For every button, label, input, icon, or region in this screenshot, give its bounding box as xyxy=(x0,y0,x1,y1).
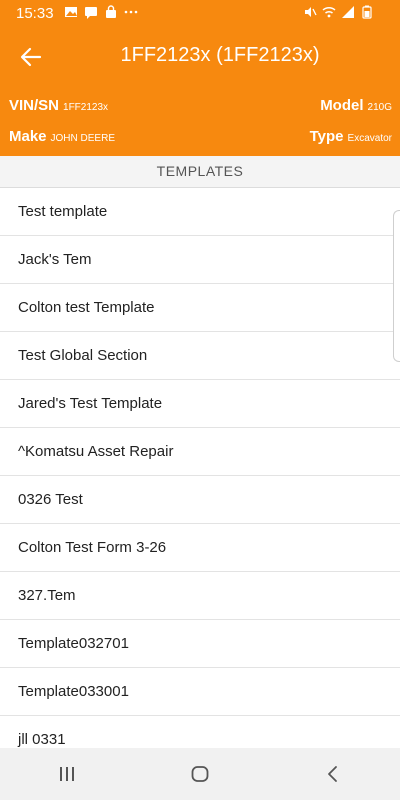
model-label: Model xyxy=(320,97,364,114)
page-title: 1FF2123x (1FF2123x) xyxy=(120,44,320,66)
more-dots-icon xyxy=(124,10,138,14)
template-label: Template033001 xyxy=(18,683,129,700)
asset-header: 15:33 1FF2123x (1FF2123x) VIN/SN 1FF2123x… xyxy=(0,0,400,156)
template-item[interactable]: Colton Test Form 3-26 xyxy=(0,524,400,572)
template-label: jll 0331 xyxy=(18,731,66,748)
template-label: 0326 Test xyxy=(18,491,83,508)
template-item[interactable]: 327.Tem xyxy=(0,572,400,620)
model-value: 210G xyxy=(367,102,392,113)
type-info: Type Excavator xyxy=(310,128,392,145)
template-label: Colton Test Form 3-26 xyxy=(18,539,167,556)
template-label: Test template xyxy=(18,203,108,220)
template-label: Test Global Section xyxy=(18,347,148,364)
templates-section-header: TEMPLATES xyxy=(0,156,400,188)
model-info: Model 210G xyxy=(320,97,392,114)
status-bar: 15:33 xyxy=(0,0,400,26)
status-right-icons xyxy=(303,5,374,19)
template-label: ^Komatsu Asset Repair xyxy=(18,443,174,460)
signal-icon xyxy=(342,6,354,18)
make-info: Make JOHN DEERE xyxy=(9,128,115,145)
status-time: 15:33 xyxy=(16,5,54,22)
template-item[interactable]: Test template xyxy=(0,188,400,236)
template-item[interactable]: Template032701 xyxy=(0,620,400,668)
template-label: 327.Tem xyxy=(18,587,76,604)
mute-icon xyxy=(305,7,317,17)
vin-label: VIN/SN xyxy=(9,97,60,114)
template-item[interactable]: Test Global Section xyxy=(0,332,400,380)
type-label: Type xyxy=(309,128,344,145)
template-label: Colton test Template xyxy=(18,299,155,316)
app-bar: 1FF2123x (1FF2123x) xyxy=(0,34,400,78)
template-item[interactable]: Colton test Template xyxy=(0,284,400,332)
back-arrow-icon[interactable] xyxy=(18,44,44,70)
type-value: Excavator xyxy=(347,133,392,144)
status-left-icons xyxy=(64,5,138,19)
template-item[interactable]: 0326 Test xyxy=(0,476,400,524)
recent-apps-button[interactable] xyxy=(47,754,87,794)
templates-list: Test template Jack's Tem Colton test Tem… xyxy=(0,188,400,748)
make-value: JOHN DEERE xyxy=(50,133,115,144)
image-icon xyxy=(65,7,77,17)
message-icon xyxy=(85,7,97,19)
vin-value: 1FF2123x xyxy=(63,102,109,113)
template-label: Jared's Test Template xyxy=(18,395,163,412)
template-item[interactable]: Jared's Test Template xyxy=(0,380,400,428)
template-item[interactable]: Template033001 xyxy=(0,668,400,716)
wifi-icon xyxy=(322,6,336,18)
system-back-button[interactable] xyxy=(313,754,353,794)
scroll-handle[interactable] xyxy=(393,210,400,362)
battery-icon xyxy=(362,5,372,19)
home-icon xyxy=(191,766,209,782)
shopping-bag-icon xyxy=(106,5,116,18)
chevron-left-icon xyxy=(328,766,338,782)
template-label: Template032701 xyxy=(18,635,129,652)
home-button[interactable] xyxy=(180,754,220,794)
recent-apps-icon xyxy=(59,767,74,781)
system-nav-bar xyxy=(0,748,400,800)
make-label: Make xyxy=(9,128,47,145)
vin-info: VIN/SN 1FF2123x xyxy=(9,97,108,114)
template-label: Jack's Tem xyxy=(18,251,92,268)
template-item[interactable]: ^Komatsu Asset Repair xyxy=(0,428,400,476)
template-item[interactable]: jll 0331 xyxy=(0,716,400,748)
template-item[interactable]: Jack's Tem xyxy=(0,236,400,284)
